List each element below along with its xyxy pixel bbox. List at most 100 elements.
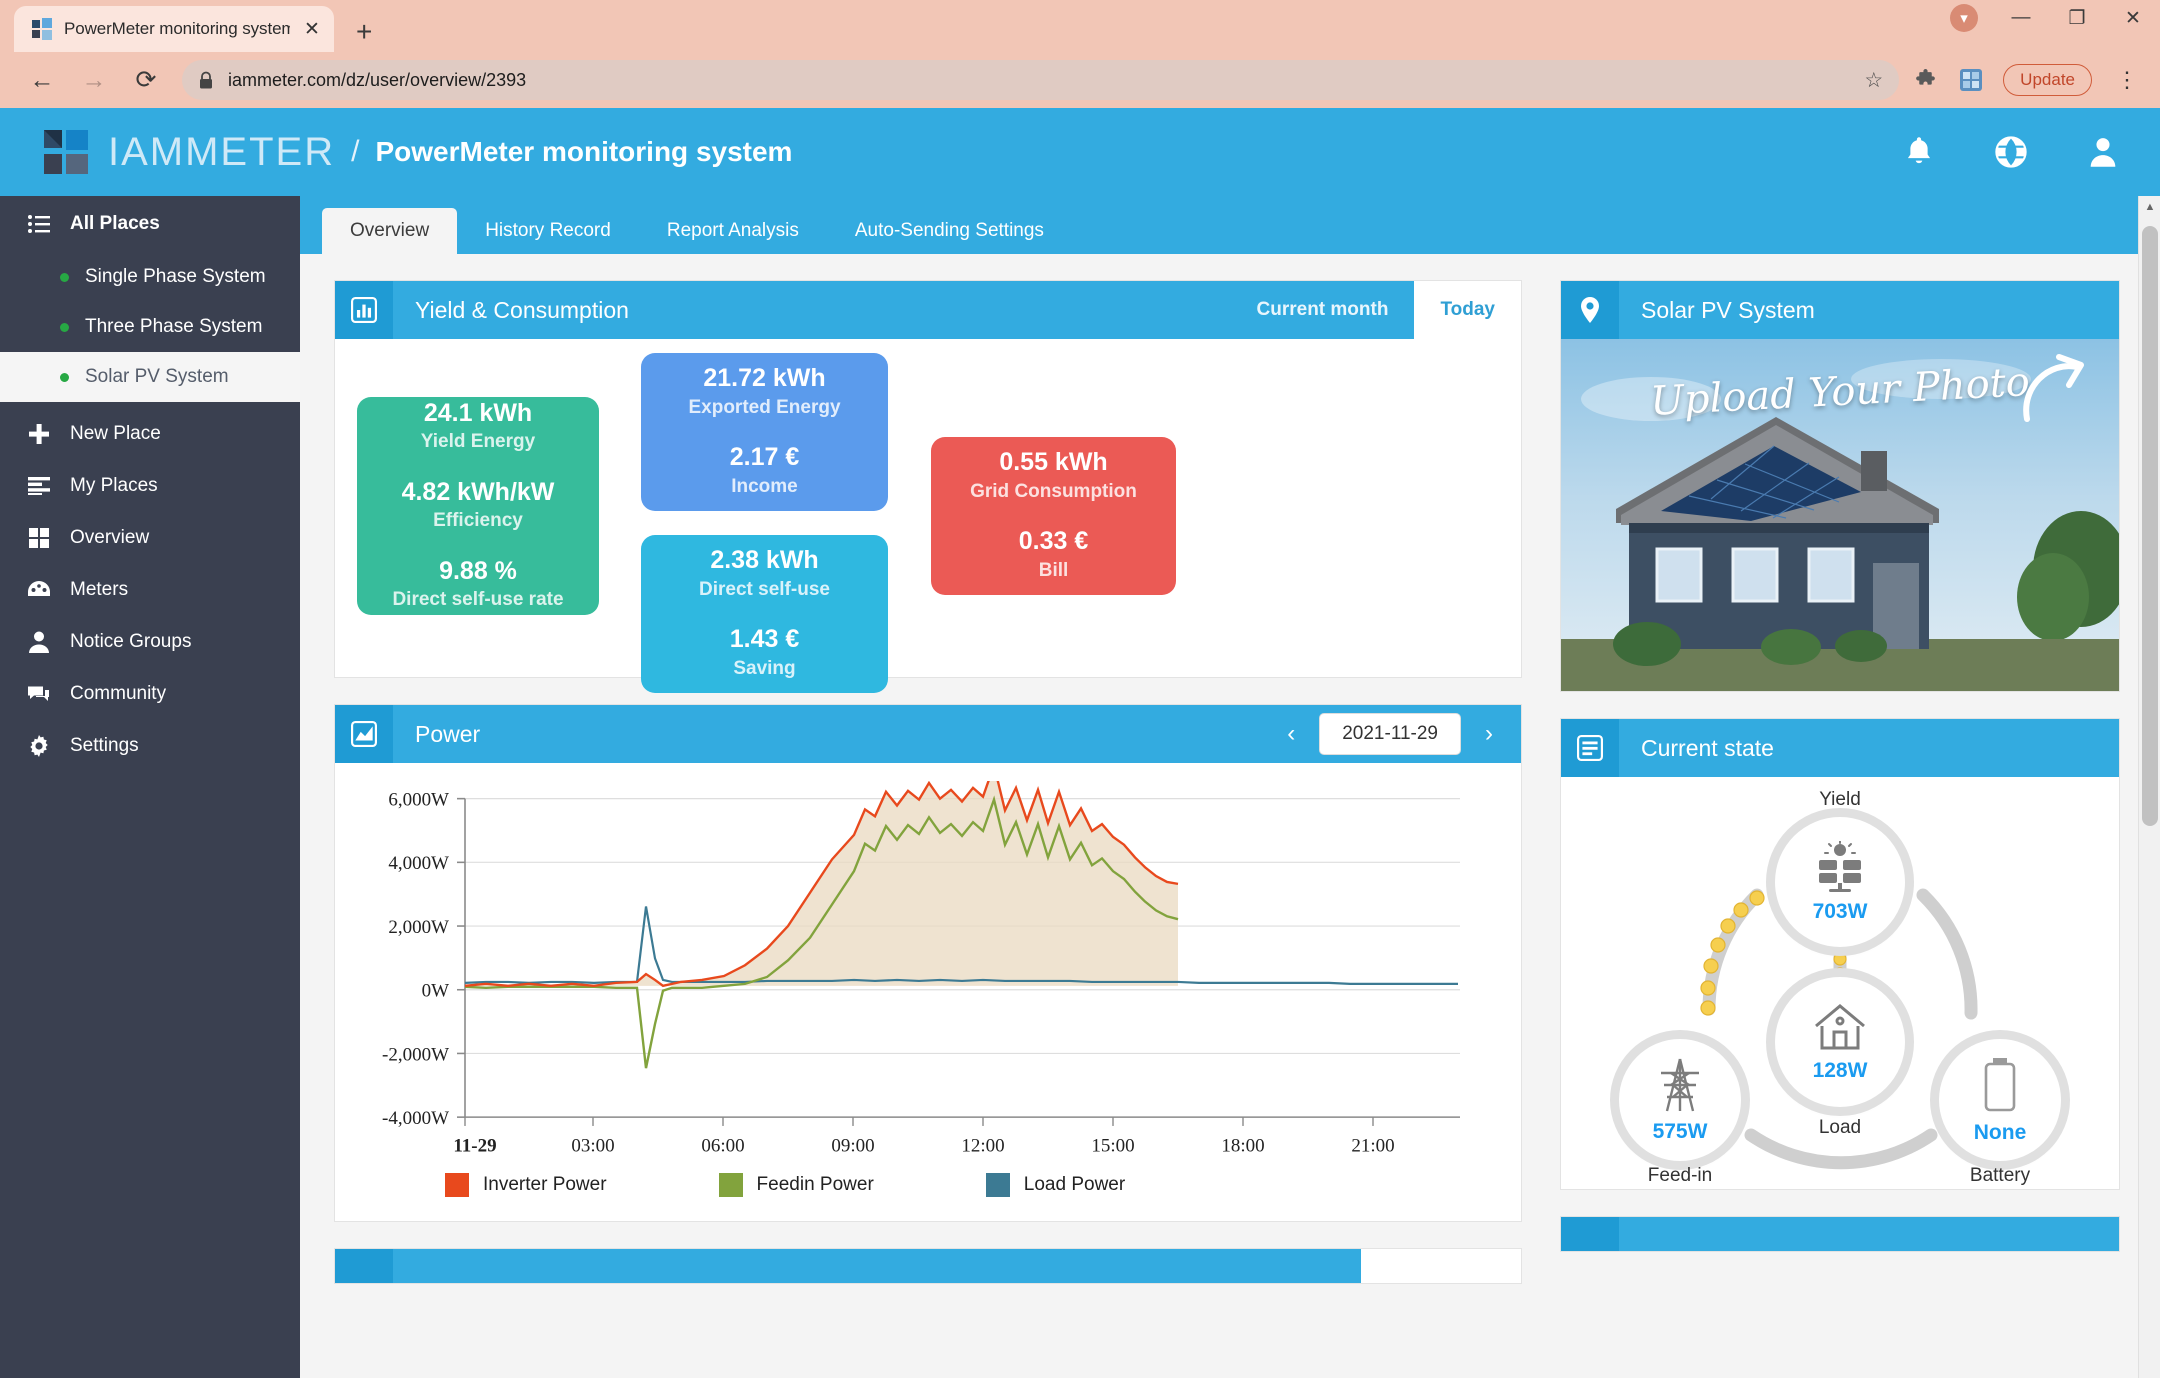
- window-controls: ▾ — ❐ ✕: [1950, 4, 2146, 32]
- panel-icon: [1561, 719, 1619, 777]
- sidebar-item-meters[interactable]: Meters: [0, 564, 300, 616]
- close-tab-icon[interactable]: ✕: [300, 18, 324, 41]
- grid-squares-icon: [26, 528, 52, 548]
- sidebar-item-label: My Places: [70, 475, 158, 496]
- browser-tab[interactable]: PowerMeter monitoring system ✕: [14, 6, 334, 52]
- partial-card-action: [1361, 1249, 1521, 1283]
- browser-chrome: PowerMeter monitoring system ✕ + ▾ — ❐ ✕…: [0, 0, 2160, 108]
- puzzle-extension-icon[interactable]: [1911, 66, 1939, 94]
- node-load[interactable]: 128W: [1775, 977, 1905, 1107]
- next-side-card-partial: [1560, 1216, 2120, 1252]
- partial-card-header: [335, 1249, 1521, 1283]
- sidebar-item-three-phase-system[interactable]: Three Phase System: [0, 302, 300, 352]
- metric-label-2: Income: [731, 475, 798, 497]
- browser-omnibar: ← → ⟳ iammeter.com/dz/user/overview/2393…: [0, 52, 2160, 108]
- person-icon: [26, 631, 52, 653]
- card-title: Current state: [1641, 734, 1774, 761]
- node-value-feedin: 575W: [1652, 1119, 1708, 1143]
- range-today[interactable]: Today: [1414, 281, 1521, 339]
- solar-pv-system-card: Solar PV System Upload Your Photo: [1560, 280, 2120, 692]
- minimize-button[interactable]: —: [2008, 7, 2034, 29]
- user-icon[interactable]: [2086, 135, 2120, 169]
- status-dot-icon: [60, 272, 69, 282]
- pv-photo[interactable]: Upload Your Photo: [1561, 339, 2119, 691]
- xtick-label: 15:00: [1091, 1136, 1134, 1157]
- bookmark-star-icon[interactable]: ☆: [1864, 68, 1883, 93]
- metric-value: 24.1 kWh: [423, 398, 533, 427]
- sidebar-item-overview[interactable]: Overview: [0, 512, 300, 564]
- node-label-yield: Yield: [1819, 789, 1861, 810]
- tab-overview[interactable]: Overview: [322, 208, 458, 254]
- sidebar-item-single-phase-system[interactable]: Single Phase System: [0, 252, 300, 302]
- globe-icon[interactable]: [1994, 135, 2028, 169]
- list-icon: [26, 215, 52, 233]
- main-content: Overview History Record Report Analysis …: [300, 196, 2160, 1378]
- sidebar-item-settings[interactable]: Settings: [0, 720, 300, 772]
- xtick-label: 09:00: [831, 1136, 874, 1157]
- xtick-label: 21:00: [1351, 1136, 1394, 1157]
- upload-arrow-icon: [2015, 353, 2091, 432]
- close-window-button[interactable]: ✕: [2120, 7, 2146, 30]
- next-day-button[interactable]: ›: [1477, 720, 1501, 748]
- profile-avatar-icon[interactable]: [1957, 66, 1985, 94]
- dashboard-side-column: Solar PV System Upload Your Photo Curren…: [1560, 280, 2120, 1284]
- bell-icon[interactable]: [1902, 135, 1936, 169]
- node-yield[interactable]: 703W: [1775, 817, 1905, 947]
- metric-label-2: Efficiency: [433, 510, 523, 531]
- sidebar-item-label: Solar PV System: [85, 366, 229, 387]
- tab-history-record[interactable]: History Record: [457, 208, 639, 254]
- browser-tabstrip: PowerMeter monitoring system ✕ + ▾ — ❐ ✕: [0, 0, 2160, 52]
- metric-value: 21.72 kWh: [703, 364, 826, 392]
- page-scrollbar[interactable]: ▲ ▼: [2138, 196, 2160, 1378]
- metric-label: Grid Consumption: [970, 480, 1137, 502]
- notification-badge[interactable]: ▾: [1950, 4, 1978, 32]
- tab-auto-sending-settings[interactable]: Auto-Sending Settings: [827, 208, 1072, 254]
- range-current-month[interactable]: Current month: [1231, 281, 1415, 339]
- maximize-button[interactable]: ❐: [2064, 7, 2090, 30]
- node-value-yield: 703W: [1812, 899, 1868, 923]
- address-bar[interactable]: iammeter.com/dz/user/overview/2393 ☆: [182, 60, 1900, 100]
- current-state-card: Current state Yield 703W 128W Load 575W …: [1560, 718, 2120, 1190]
- partial-card-icon: [1561, 1217, 1619, 1251]
- application-root: IAMMETER / PowerMeter monitoring system …: [0, 108, 2160, 1378]
- date-picker[interactable]: 2021-11-29: [1319, 713, 1461, 755]
- back-button[interactable]: ←: [16, 58, 68, 102]
- browser-menu-button[interactable]: ⋮: [2110, 67, 2144, 93]
- sidebar-item-community[interactable]: Community: [0, 668, 300, 720]
- reload-button[interactable]: ⟳: [120, 58, 172, 102]
- battery-icon: [1980, 1056, 2020, 1119]
- card-title: Power: [415, 720, 481, 747]
- gauge-icon: [26, 580, 52, 600]
- scrollbar-thumb[interactable]: [2142, 226, 2158, 826]
- chart-legend: Inverter Power Feedin Power Load Power: [335, 1173, 1521, 1221]
- metric-grid-consumption: 0.55 kWh Grid Consumption 0.33 € Bill: [931, 437, 1176, 595]
- sidebar-item-solar-pv-system[interactable]: Solar PV System: [0, 352, 300, 402]
- previous-day-button[interactable]: ‹: [1279, 720, 1303, 748]
- sidebar-item-notice-groups[interactable]: Notice Groups: [0, 616, 300, 668]
- sidebar-item-new-place[interactable]: New Place: [0, 408, 300, 460]
- status-dot-icon: [60, 322, 69, 332]
- metric-exported-energy: 21.72 kWh Exported Energy 2.17 € Income: [641, 353, 888, 511]
- iammeter-logo-icon: [42, 128, 94, 176]
- update-button[interactable]: Update: [2003, 64, 2092, 96]
- bar-chart-icon: [335, 281, 393, 339]
- page-tabs: Overview History Record Report Analysis …: [300, 196, 2160, 254]
- tab-report-analysis[interactable]: Report Analysis: [639, 208, 827, 254]
- node-battery[interactable]: None: [1939, 1039, 2061, 1161]
- house-icon: [1812, 1002, 1868, 1057]
- page-title: PowerMeter monitoring system: [375, 136, 793, 167]
- metric-label: Exported Energy: [688, 396, 841, 418]
- solar-panel-icon: [1811, 839, 1869, 898]
- sidebar-item-all-places[interactable]: All Places: [0, 196, 300, 252]
- sidebar-item-my-places[interactable]: My Places: [0, 460, 300, 512]
- new-tab-button[interactable]: +: [356, 18, 372, 46]
- power-card: Power ‹ 2021-11-29 › 6,000W 4,000W 2,000…: [334, 704, 1522, 1222]
- xtick-label: 18:00: [1221, 1136, 1264, 1157]
- app-header: IAMMETER / PowerMeter monitoring system: [0, 108, 2160, 196]
- xtick-label: 03:00: [571, 1136, 614, 1157]
- node-feedin[interactable]: 575W: [1619, 1039, 1741, 1161]
- plus-icon: [26, 423, 52, 445]
- scroll-up-arrow[interactable]: ▲: [2139, 196, 2160, 218]
- partial-card-icon: [335, 1249, 393, 1283]
- forward-button[interactable]: →: [68, 58, 120, 102]
